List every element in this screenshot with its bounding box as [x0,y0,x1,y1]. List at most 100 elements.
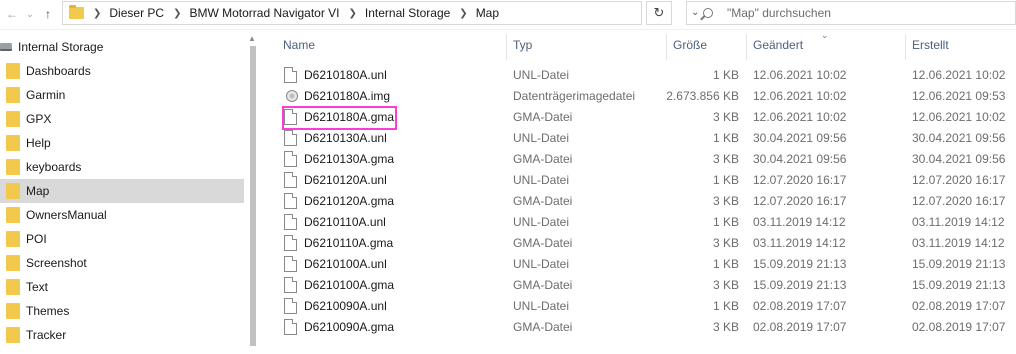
highlight-annotation [282,106,397,130]
file-name: D6210120A.unl [304,173,387,187]
file-row[interactable]: D6210180A.img Datenträgerimagedatei 2.673.… [262,86,1016,107]
scrollbar-thumb[interactable] [250,46,256,346]
file-size: 1 KB [712,299,739,313]
sidebar-item-label: OwnersManual [26,208,107,222]
address-bar[interactable]: ❯ Dieser PC ❯ BMW Motorrad Navigator VI … [62,1,699,25]
breadcrumb-separator-icon[interactable]: ❯ [459,8,467,19]
sidebar-item-label: GPX [26,112,52,126]
file-icon [284,256,297,272]
file-modified: 12.06.2021 10:02 [753,68,847,82]
breadcrumb-internal-storage[interactable]: Internal Storage [365,6,450,20]
disk-image-icon [286,90,298,102]
file-row[interactable]: D6210110A.gma GMA-Datei 3 KB 03.11.2019 14:… [262,233,1016,254]
file-icon [284,319,297,335]
folder-icon [6,231,20,247]
breadcrumb-this-pc[interactable]: Dieser PC [109,6,164,20]
sidebar-item-dashboards[interactable]: Dashboards [0,59,244,83]
file-type: GMA-Datei [513,110,573,124]
file-modified: 15.09.2019 21:13 [753,278,847,292]
file-modified: 12.07.2020 16:17 [753,194,847,208]
file-size: 1 KB [712,68,739,82]
back-arrow-icon[interactable]: ← [2,4,22,24]
up-arrow-icon[interactable]: ↑ [38,4,58,24]
sidebar-item-tracker[interactable]: Tracker [0,323,244,347]
sidebar-scrollbar[interactable]: ▲ [244,30,262,354]
column-divider[interactable] [905,34,906,60]
breadcrumb-device[interactable]: BMW Motorrad Navigator VI [189,6,339,20]
file-size: 3 KB [712,110,739,124]
folder-icon [6,159,20,175]
file-icon [284,67,297,83]
file-type: UNL-Datei [513,173,570,187]
navigation-pane: Internal Storage Dashboards Garmin GPX H… [0,30,262,354]
column-header-size[interactable]: Größe [673,38,707,60]
column-divider[interactable] [506,34,507,60]
file-row[interactable]: D6210090A.unl UNL-Datei 1 KB 02.08.2019 17:… [262,296,1016,317]
file-created: 03.11.2019 14:12 [912,215,1005,229]
sidebar-item-gpx[interactable]: GPX [0,107,244,131]
folder-icon [6,111,20,127]
file-type: UNL-Datei [513,215,570,229]
file-icon [284,151,297,167]
sidebar-item-help[interactable]: Help [0,131,244,155]
sidebar-item-garmin[interactable]: Garmin [0,83,244,107]
file-size: 1 KB [712,257,739,271]
file-type: GMA-Datei [513,278,573,292]
column-header-name[interactable]: Name [283,38,315,60]
file-name: D6210110A.unl [304,215,386,229]
file-row[interactable]: D6210120A.gma GMA-Datei 3 KB 12.07.2020 16:… [262,191,1016,212]
column-divider[interactable] [666,34,667,60]
sidebar-item-keyboards[interactable]: keyboards [0,155,244,179]
file-row[interactable]: D6210180A.unl UNL-Datei 1 KB 12.06.2021 10:… [262,65,1016,86]
file-name: D6210130A.gma [304,152,395,166]
file-type: GMA-Datei [513,236,573,250]
file-list: Name Typ Größe Geändert ⌄ Erstellt D6210… [262,30,1016,354]
file-created: 30.04.2021 09:56 [912,131,1006,145]
file-row[interactable]: D6210090A.gma GMA-Datei 3 KB 02.08.2019 17:… [262,317,1016,338]
file-created: 15.09.2019 21:13 [912,278,1006,292]
sidebar-item-map[interactable]: Map [0,179,244,203]
recent-locations-chevron-icon[interactable]: ⌄ [20,4,40,24]
breadcrumb-separator-icon[interactable]: ❯ [173,8,181,19]
folder-icon [6,303,20,319]
scroll-up-arrow-icon[interactable]: ▲ [248,34,256,43]
column-header-modified[interactable]: Geändert [753,38,803,60]
sidebar-item-internal-storage[interactable]: Internal Storage [0,38,103,56]
sidebar-item-ownersmanual[interactable]: OwnersManual [0,203,244,227]
file-row[interactable]: D6210100A.gma GMA-Datei 3 KB 15.09.2019 21:… [262,275,1016,296]
sidebar-item-screenshot[interactable]: Screenshot [0,251,244,275]
sort-descending-icon: ⌄ [821,30,829,40]
sidebar-item-themes[interactable]: Themes [0,299,244,323]
folder-icon [6,87,20,103]
file-name: D6210100A.gma [304,278,395,292]
search-box[interactable]: "Map" durchsuchen [686,1,1016,25]
file-name: D6210130A.unl [304,131,387,145]
file-row[interactable]: D6210130A.gma GMA-Datei 3 KB 30.04.2021 09:… [262,149,1016,170]
file-row[interactable]: D6210100A.unl UNL-Datei 1 KB 15.09.2019 21:… [262,254,1016,275]
sidebar-item-text[interactable]: Text [0,275,244,299]
file-type: UNL-Datei [513,131,570,145]
breadcrumb-separator-icon[interactable]: ❯ [349,8,357,19]
breadcrumb-separator-icon[interactable]: ❯ [93,8,101,19]
column-header-type[interactable]: Typ [513,38,532,60]
sidebar-item-label: Screenshot [26,256,87,270]
file-row[interactable]: D6210110A.unl UNL-Datei 1 KB 03.11.2019 14:… [262,212,1016,233]
file-row[interactable]: D6210130A.unl UNL-Datei 1 KB 30.04.2021 09:… [262,128,1016,149]
file-created: 12.06.2021 10:02 [912,110,1006,124]
breadcrumb-map[interactable]: Map [476,6,499,20]
folder-icon [6,255,20,271]
file-created: 12.07.2020 16:17 [912,194,1006,208]
drive-icon [0,43,12,51]
file-modified: 30.04.2021 09:56 [753,152,847,166]
file-created: 15.09.2019 21:13 [912,257,1006,271]
file-created: 12.07.2020 16:17 [912,173,1006,187]
file-row[interactable]: D6210120A.unl UNL-Datei 1 KB 12.07.2020 16:… [262,170,1016,191]
file-type: GMA-Datei [513,320,573,334]
file-created: 03.11.2019 14:12 [912,236,1005,250]
column-header-created[interactable]: Erstellt [912,38,949,60]
sidebar-item-poi[interactable]: POI [0,227,244,251]
search-placeholder: "Map" durchsuchen [727,6,831,20]
file-name: D6210100A.unl [304,257,387,271]
column-divider[interactable] [746,34,747,60]
refresh-button[interactable]: ↻ [646,1,672,25]
